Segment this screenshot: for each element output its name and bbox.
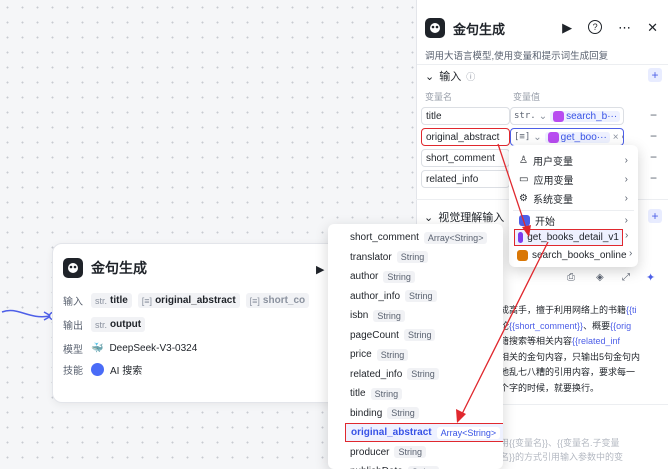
info-icon: ⓘ bbox=[466, 71, 476, 82]
menu-item-system-vars[interactable]: ⚙ 系统变量 › bbox=[515, 189, 632, 207]
chevron-down-icon: ⌄ bbox=[425, 70, 435, 83]
ai-search-icon bbox=[91, 363, 104, 376]
node-model-row: 模型 🐳 DeepSeek-V3-0324 bbox=[63, 341, 197, 356]
plugin-list: get_books_detail_v1 › search_books_onlin… bbox=[514, 227, 638, 265]
panel-logo-icon bbox=[425, 18, 445, 38]
field-option[interactable]: binding String bbox=[334, 404, 435, 423]
plugin-icon bbox=[517, 250, 528, 261]
field-option[interactable]: related_info String bbox=[334, 365, 455, 384]
field-option[interactable]: author String bbox=[334, 267, 431, 286]
chevron-right-icon: › bbox=[624, 214, 628, 226]
col-value-header: 变量值 bbox=[513, 92, 541, 102]
field-option[interactable]: original_abstract Array<String> bbox=[345, 423, 503, 442]
field-option[interactable]: author_info String bbox=[334, 287, 453, 306]
field-option[interactable]: pageCount String bbox=[334, 326, 451, 345]
ai-optimize-icon[interactable]: ✦ bbox=[646, 271, 655, 284]
menu-item-app-vars[interactable]: ▭ 应用变量 › bbox=[515, 170, 632, 188]
node-title: 金句生成 bbox=[91, 260, 147, 276]
node-output-row: 输出 str. output bbox=[63, 317, 146, 332]
node-input-row: 输入 str. title [≡] original_abstract [≡] sho… bbox=[63, 293, 310, 308]
node-logo-icon bbox=[63, 258, 83, 278]
field-option[interactable]: isbn String bbox=[334, 306, 421, 325]
field-option[interactable]: producer String bbox=[334, 443, 442, 462]
plugin-item-get-books-detail[interactable]: get_books_detail_v1 bbox=[514, 229, 623, 246]
chevron-right-icon: › bbox=[625, 230, 629, 241]
expand-icon[interactable]: ⤢ bbox=[622, 272, 630, 283]
chevron-right-icon: › bbox=[624, 173, 628, 185]
remove-row-button[interactable]: − bbox=[650, 108, 657, 122]
chevron-down-icon: ⌄ bbox=[424, 211, 434, 224]
input-tag: [≡] original_abstract bbox=[137, 293, 240, 308]
folder-icon: ▭ bbox=[519, 173, 529, 185]
deepseek-icon: 🐳 bbox=[91, 343, 104, 354]
node-run-icon[interactable]: ▶ bbox=[316, 263, 324, 276]
user-icon: ♙ bbox=[519, 154, 528, 166]
model-name: DeepSeek-V3-0324 bbox=[109, 343, 198, 354]
remove-row-button[interactable]: − bbox=[650, 171, 657, 185]
var-value-field[interactable]: [≡] ⌄ get_boo··· ×⊙ bbox=[510, 128, 624, 146]
node-skill-row: 技能 AI 搜索 bbox=[63, 362, 142, 377]
field-option[interactable]: translator String bbox=[334, 248, 444, 267]
output-tag: str. output bbox=[91, 317, 146, 332]
skill-name: AI 搜索 bbox=[110, 366, 143, 377]
input-label: 输入 bbox=[63, 297, 83, 308]
var-name-field[interactable]: short_comment bbox=[421, 149, 510, 167]
edge-connector bbox=[1, 309, 58, 321]
output-label: 输出 bbox=[63, 321, 83, 332]
plugin-icon bbox=[518, 232, 524, 243]
input-tag: str. title bbox=[91, 293, 132, 308]
chevron-right-icon: › bbox=[629, 248, 633, 259]
var-name-field[interactable]: original_abstract bbox=[421, 128, 510, 146]
prompt-hint: 用{{变量名}}、{{变量名.子变量 名}}的方式引用输入参数中的变 bbox=[500, 438, 624, 462]
field-option[interactable]: publishDateString bbox=[334, 462, 455, 469]
plugin-icon bbox=[547, 131, 559, 143]
var-name-field[interactable]: related_info bbox=[421, 170, 510, 188]
more-icon[interactable]: ⋯ bbox=[618, 20, 631, 36]
vision-section-header[interactable]: ⌄ 视觉理解输入 ⓘ bbox=[424, 209, 518, 225]
remove-row-button[interactable]: − bbox=[650, 150, 657, 164]
field-option[interactable]: price String bbox=[334, 345, 424, 364]
close-icon[interactable]: ✕ bbox=[647, 20, 658, 36]
settings-icon[interactable]: ⊙ bbox=[622, 132, 623, 143]
llm-node-card[interactable]: 金句生成 ▶ 输入 str. title [≡] original_abstract… bbox=[52, 243, 352, 403]
gear-icon: ⚙ bbox=[519, 192, 528, 204]
field-dropdown: short_comment Array<String> translator Stri… bbox=[328, 224, 503, 469]
input-tag: [≡] short_co bbox=[245, 293, 310, 308]
col-name-header: 变量名 bbox=[425, 92, 453, 102]
field-option[interactable]: title String bbox=[334, 384, 418, 403]
menu-item-user-vars[interactable]: ♙ 用户变量 › bbox=[515, 151, 632, 169]
plugin-item-search-books-online[interactable]: search_books_online bbox=[514, 247, 630, 264]
run-icon[interactable]: ▶ bbox=[562, 20, 572, 36]
model-label: 模型 bbox=[63, 345, 83, 356]
field-option[interactable]: short_comment Array<String> bbox=[334, 228, 503, 247]
chevron-right-icon: › bbox=[624, 154, 628, 166]
skill-label: 技能 bbox=[63, 366, 83, 377]
add-vision-input-button[interactable]: + bbox=[648, 209, 662, 223]
var-name-field[interactable]: title bbox=[421, 107, 510, 125]
help-icon[interactable]: ? bbox=[588, 20, 603, 34]
panel-title: 金句生成 bbox=[453, 21, 506, 37]
prompt-editor[interactable]: 成高手，擅于利用网络上的书籍{{ti 论{{short_comment}}、概要… bbox=[500, 303, 660, 396]
input-section-header[interactable]: ⌄ 输入 ⓘ bbox=[425, 68, 475, 84]
toolbar-icon[interactable]: ⎙ bbox=[567, 272, 575, 283]
plugin-icon bbox=[553, 110, 565, 122]
panel-description: 调用大语言模型,使用变量和提示词生成回复 bbox=[425, 51, 609, 62]
var-value-field[interactable]: str. ⌄ search_b··· ×⊙ bbox=[510, 107, 624, 125]
start-icon bbox=[519, 214, 530, 226]
toolbar-icon[interactable]: ◈ bbox=[596, 272, 604, 283]
chevron-right-icon: › bbox=[624, 192, 628, 204]
remove-row-button[interactable]: − bbox=[650, 129, 657, 143]
add-input-button[interactable]: + bbox=[648, 68, 662, 82]
